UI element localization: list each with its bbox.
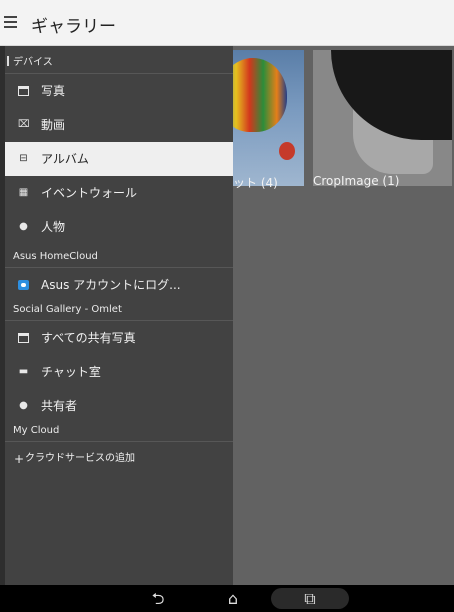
drawer-item-label: Asus アカウントにログ... (41, 278, 181, 292)
album-label: CropImage (1) (313, 174, 400, 188)
drawer-item-chat-room[interactable]: ▬ チャット室 (5, 355, 233, 389)
person-icon: ● (19, 221, 28, 232)
app-title: ギャラリー (31, 17, 116, 37)
drawer-item-label: 写真 (41, 84, 66, 98)
drawer-item-asus-login[interactable]: Asus アカウントにログ... (5, 268, 233, 302)
album-icon: ⊟ (19, 153, 28, 164)
album-thumbnail[interactable] (313, 50, 452, 186)
section-device: デバイス (5, 52, 233, 74)
drawer-item-label: 共有者 (41, 399, 78, 413)
section-homecloud: Asus HomeCloud (5, 246, 233, 268)
drawer-item-label: 人物 (41, 220, 66, 234)
people-icon: ● (19, 400, 28, 411)
menu-icon[interactable] (4, 16, 17, 28)
photo-icon (18, 86, 29, 96)
system-navigation-bar: ⮌ ⌂ ⧉ (0, 585, 454, 612)
navigation-drawer: デバイス 写真 ⌧ 動画 ⊟ アルバム ▦ イベントウォール ● 人物 Asus… (5, 46, 233, 585)
home-icon[interactable]: ⌂ (213, 588, 253, 609)
app-bar: ギャラリー (0, 0, 454, 46)
plus-icon: + (14, 452, 25, 466)
album-grid: ット (4) CropImage (1) (233, 46, 454, 585)
section-omlet: Social Gallery - Omlet (5, 299, 233, 321)
drawer-item-people[interactable]: ● 人物 (5, 210, 233, 244)
shared-photos-icon (18, 333, 29, 343)
drawer-item-photos[interactable]: 写真 (5, 74, 233, 108)
drawer-item-albums[interactable]: ⊟ アルバム (5, 142, 233, 176)
balloon-image (233, 58, 287, 132)
drawer-item-shared-photos[interactable]: すべての共有写真 (5, 321, 233, 355)
balloon-small-image (279, 142, 295, 160)
drawer-item-event-wall[interactable]: ▦ イベントウォール (5, 176, 233, 210)
drawer-item-videos[interactable]: ⌧ 動画 (5, 108, 233, 142)
drawer-item-label: アルバム (41, 152, 89, 166)
cloud-icon (18, 280, 29, 290)
drawer-item-label: チャット室 (41, 365, 101, 379)
section-my-cloud: My Cloud (5, 420, 233, 442)
album-label: ット (4) (233, 176, 278, 190)
drawer-item-label: イベントウォール (41, 186, 138, 200)
video-icon: ⌧ (18, 119, 30, 130)
calendar-icon: ▦ (18, 187, 29, 198)
back-icon[interactable]: ⮌ (138, 588, 178, 609)
album-thumbnail[interactable] (233, 50, 304, 186)
recents-icon[interactable]: ⧉ (290, 588, 330, 609)
drawer-item-label: すべての共有写真 (41, 331, 136, 345)
drawer-item-label: クラウドサービスの追加 (25, 453, 135, 464)
drawer-item-label: 動画 (41, 118, 66, 132)
drawer-item-add-cloud-service[interactable]: + クラウドサービスの追加 (5, 442, 233, 476)
drawer-item-sharers[interactable]: ● 共有者 (5, 389, 233, 423)
crop-shape-dark (331, 50, 452, 140)
chat-icon: ▬ (18, 366, 29, 377)
